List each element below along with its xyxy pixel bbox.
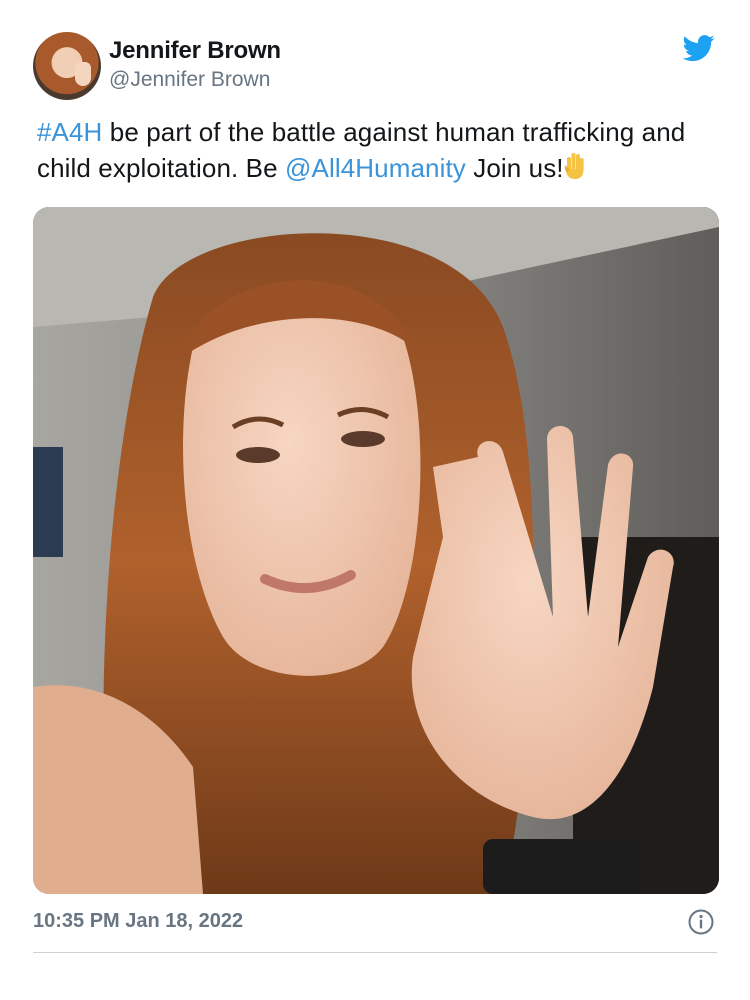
author-handle[interactable]: @Jennifer Brown xyxy=(109,66,281,94)
divider xyxy=(33,952,717,953)
info-icon[interactable] xyxy=(687,908,715,936)
photo-illustration xyxy=(33,207,719,894)
tweet-text: #A4H be part of the battle against human… xyxy=(37,114,697,186)
mention-link[interactable]: @All4Humanity xyxy=(285,153,466,183)
twitter-bird-icon[interactable] xyxy=(681,32,717,64)
avatar-face xyxy=(55,48,77,78)
tweet-footer: 10:35 PM Jan 18, 2022 xyxy=(33,904,717,944)
avatar[interactable] xyxy=(33,32,101,100)
tweet-text-part2: Join us! xyxy=(465,153,564,183)
tweet-photo[interactable] xyxy=(33,207,719,894)
avatar-hand xyxy=(75,62,91,86)
tweet-header: Jennifer Brown @Jennifer Brown xyxy=(33,30,717,104)
author-display-name[interactable]: Jennifer Brown xyxy=(109,36,281,66)
hashtag-link[interactable]: #A4H xyxy=(37,117,102,147)
tweet-timestamp[interactable]: 10:35 PM Jan 18, 2022 xyxy=(33,910,243,933)
author-names: Jennifer Brown @Jennifer Brown xyxy=(109,36,281,94)
tweet-card: Jennifer Brown @Jennifer Brown #A4H be p… xyxy=(0,0,750,1000)
raised-hand-emoji xyxy=(564,153,584,179)
